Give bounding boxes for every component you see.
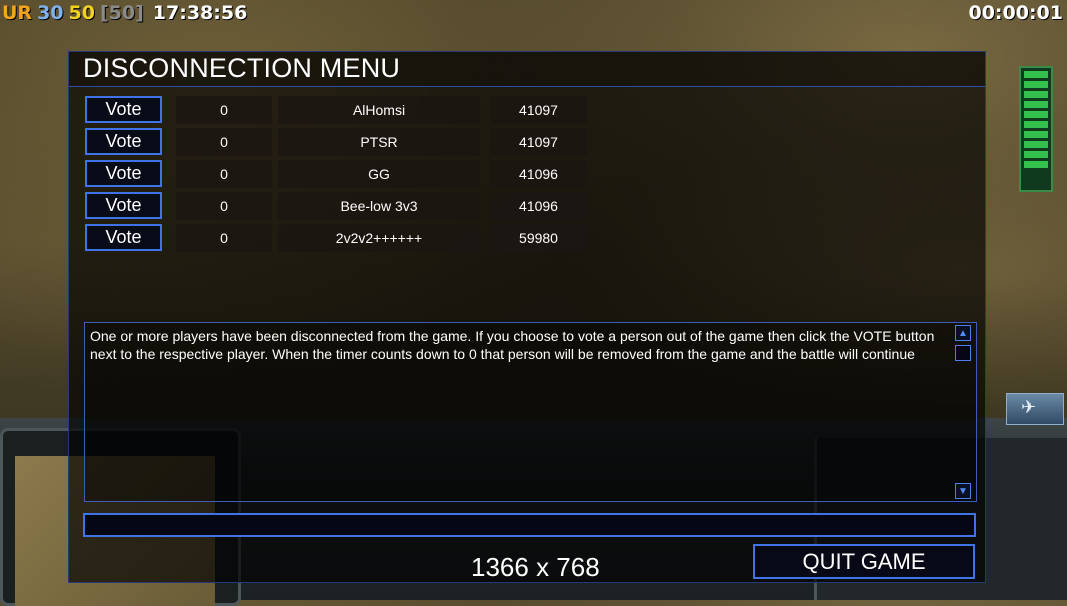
vote-count: 0 — [176, 128, 272, 156]
hud-value-b: 50 — [68, 2, 95, 24]
player-id: 59980 — [490, 224, 587, 252]
vote-count: 0 — [176, 192, 272, 220]
player-id: 41096 — [490, 160, 587, 188]
vote-button[interactable]: Vote — [85, 160, 162, 187]
player-name: AlHomsi — [278, 96, 480, 124]
hud-value-a: 30 — [37, 2, 64, 24]
power-meter — [1019, 66, 1053, 192]
disconnection-dialog: DISCONNECTION MENU Vote 0 AlHomsi 41097 … — [68, 51, 986, 583]
player-id: 41097 — [490, 96, 587, 124]
player-name: GG — [278, 160, 480, 188]
player-id: 41096 — [490, 192, 587, 220]
player-id: 41097 — [490, 128, 587, 156]
hud-resources: UR 30 50 [50] 17:38:56 — [2, 0, 247, 26]
resolution-label: 1366 x 768 — [471, 552, 600, 582]
vote-button[interactable]: Vote — [85, 192, 162, 219]
player-name: 2v2v2++++++ — [278, 224, 480, 252]
hud-ur-label: UR — [2, 2, 33, 24]
vote-count: 0 — [176, 224, 272, 252]
message-text: One or more players have been disconnect… — [90, 328, 935, 362]
message-scrollbar[interactable]: ▲ ▼ — [955, 325, 971, 499]
quit-game-button[interactable]: QUIT GAME — [753, 544, 975, 579]
vote-button[interactable]: Vote — [85, 128, 162, 155]
vote-count: 0 — [176, 96, 272, 124]
vote-button[interactable]: Vote — [85, 224, 162, 251]
dialog-title-bar: DISCONNECTION MENU — [69, 52, 985, 87]
scroll-down-icon[interactable]: ▼ — [955, 483, 971, 499]
hud-value-c: [50] — [99, 2, 144, 24]
shuttle-icon[interactable]: ✈ — [1006, 393, 1064, 425]
hud-clock: 17:38:56 — [152, 2, 248, 24]
player-name: PTSR — [278, 128, 480, 156]
hud-game-timer: 00:00:01 — [968, 2, 1063, 24]
dialog-title: DISCONNECTION MENU — [83, 53, 401, 83]
vote-count: 0 — [176, 160, 272, 188]
chat-input[interactable] — [83, 513, 976, 537]
message-box: One or more players have been disconnect… — [84, 322, 977, 502]
scroll-thumb[interactable] — [955, 345, 971, 361]
vote-button[interactable]: Vote — [85, 96, 162, 123]
player-name: Bee-low 3v3 — [278, 192, 480, 220]
scroll-up-icon[interactable]: ▲ — [955, 325, 971, 341]
